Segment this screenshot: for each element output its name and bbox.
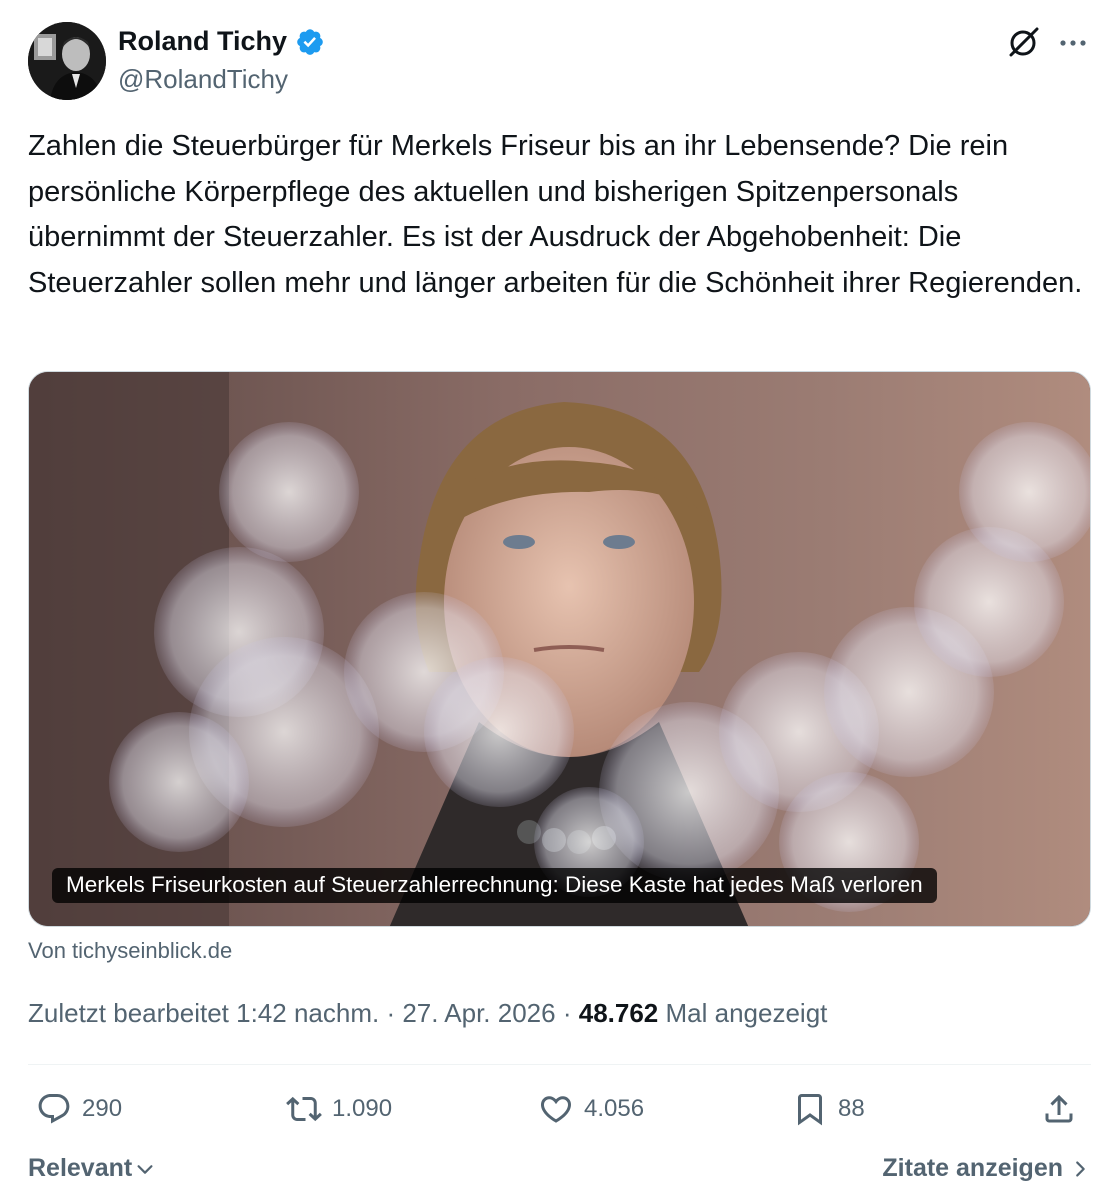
link-source[interactable]: Von tichyseinblick.de [28,938,232,964]
repost-count: 1.090 [332,1095,393,1122]
views-count: 48.762 [578,998,659,1028]
like-button[interactable]: 4.056 [538,1086,644,1132]
views-label: Mal angezeigt [665,998,828,1028]
verified-badge-icon[interactable] [295,27,325,57]
repost-button[interactable]: 1.090 [286,1086,392,1132]
heart-icon [540,1096,572,1123]
reply-count: 290 [82,1095,123,1122]
name-row: Roland Tichy [118,26,325,57]
edited-label[interactable]: Zuletzt bearbeitet 1:42 nachm. [28,998,379,1028]
share-button[interactable] [1041,1086,1077,1132]
action-bar: 290 1.090 4.056 88 [28,1086,1091,1134]
sort-label: Relevant [28,1154,133,1182]
link-card-caption: Merkels Friseurkosten auf Steuerzahlerre… [52,868,937,903]
meta-separator: · [386,998,396,1028]
share-icon [1045,1094,1073,1123]
tweet-meta: Zuletzt bearbeitet 1:42 nachm. · 27. Apr… [28,998,827,1029]
grok-icon[interactable] [1006,24,1042,60]
user-handle[interactable]: @RolandTichy [118,64,288,95]
bookmark-count: 88 [838,1095,865,1122]
link-card[interactable]: Merkels Friseurkosten auf Steuerzahlerre… [28,371,1091,927]
link-card-image [29,372,1090,926]
like-count: 4.056 [584,1095,645,1122]
reply-button[interactable]: 290 [36,1086,122,1132]
tweet-header: Roland Tichy @RolandTichy [28,22,1098,102]
avatar[interactable] [28,22,106,100]
meta-separator: · [562,998,572,1028]
avatar-image [28,22,106,100]
more-options-icon[interactable] [1058,28,1088,58]
reply-icon [38,1094,70,1124]
quotes-label: Zitate anzeigen [882,1154,1063,1182]
chevron-down-icon [137,1164,153,1174]
sort-dropdown[interactable]: Relevant [28,1154,156,1183]
view-quotes-link[interactable]: Zitate anzeigen [882,1154,1091,1183]
display-name[interactable]: Roland Tichy [118,26,287,57]
post-date[interactable]: 27. Apr. 2026 [402,998,555,1028]
bookmark-button[interactable]: 88 [792,1086,865,1132]
divider [28,1064,1091,1065]
replies-footer: Relevant Zitate anzeigen [28,1150,1091,1190]
tweet-text: Zahlen die Steuerbürger für Merkels Fris… [28,130,1083,299]
bookmark-icon [798,1094,822,1126]
repost-icon [286,1096,322,1122]
chevron-right-icon [1076,1160,1085,1177]
